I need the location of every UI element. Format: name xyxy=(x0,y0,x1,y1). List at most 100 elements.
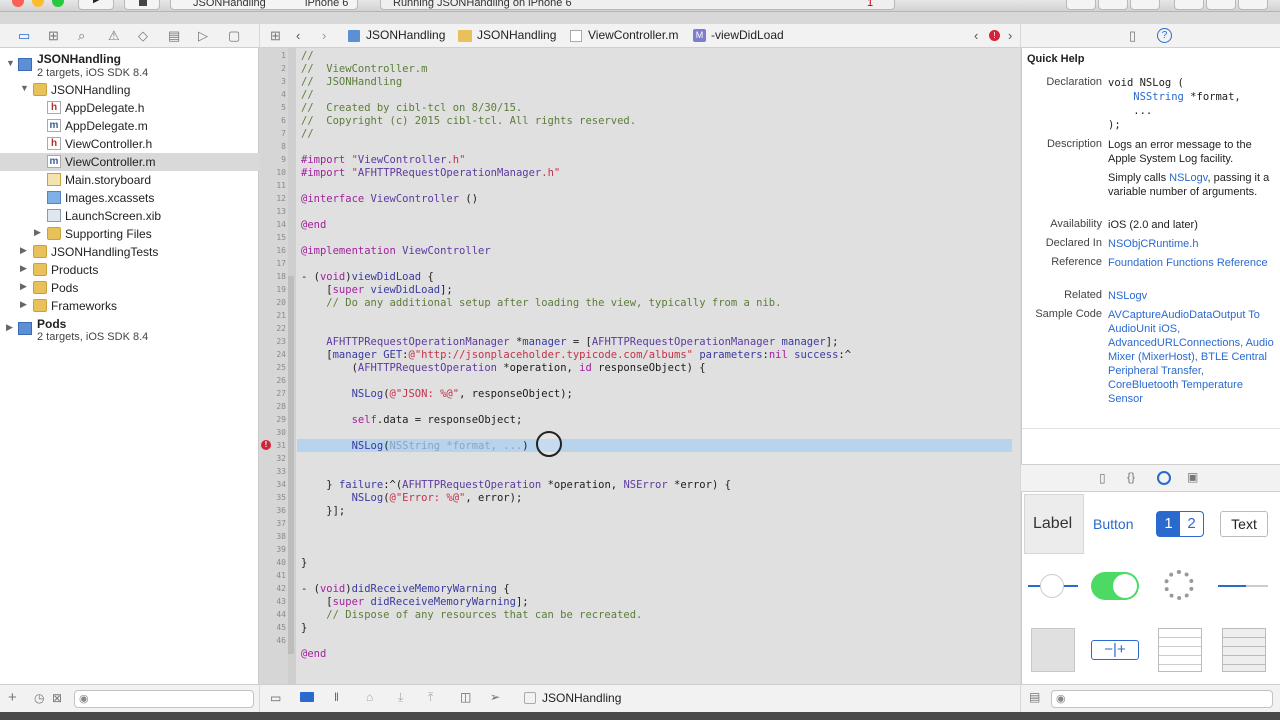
breadcrumb-method[interactable]: -viewDidLoad xyxy=(711,28,784,42)
code-line[interactable]: [super didReceiveMemoryWarning]; xyxy=(301,596,528,608)
library-item-label[interactable]: Label xyxy=(1024,494,1084,554)
code-line[interactable]: // xyxy=(301,89,314,101)
disclosure-closed-icon[interactable]: ▶ xyxy=(34,227,41,238)
library-filter-input[interactable]: ◉ xyxy=(1051,690,1273,708)
version-editor-button[interactable] xyxy=(1130,0,1160,10)
code-line[interactable]: } xyxy=(301,622,307,634)
toggle-navigator-button[interactable] xyxy=(1174,0,1204,10)
quick-help-icon[interactable]: ? xyxy=(1157,28,1172,43)
group-frameworks[interactable]: ▶ Frameworks xyxy=(0,297,259,315)
stop-button[interactable] xyxy=(124,0,160,10)
find-navigator-icon[interactable]: ⌕ xyxy=(78,28,85,44)
next-issue-button[interactable]: › xyxy=(1008,28,1012,43)
object-library-icon[interactable] xyxy=(1157,471,1171,485)
declaration-type-link[interactable]: NSString xyxy=(1108,91,1184,103)
hide-debug-area-icon[interactable]: ▭ xyxy=(270,691,281,705)
breakpoint-navigator-icon[interactable]: ▷ xyxy=(198,28,208,44)
step-over-icon[interactable]: ⌂ xyxy=(366,690,373,704)
disclosure-open-icon[interactable]: ▼ xyxy=(6,58,15,68)
toggle-debug-button[interactable] xyxy=(1206,0,1236,10)
toggle-utilities-button[interactable] xyxy=(1238,0,1268,10)
code-line[interactable]: - (void)viewDidLoad { xyxy=(301,271,434,283)
back-button[interactable]: ‹ xyxy=(296,28,300,43)
navigator-filter-input[interactable]: ◉ xyxy=(74,690,254,708)
code-line[interactable]: // xyxy=(301,50,314,62)
group-supporting-files[interactable]: ▶ Supporting Files xyxy=(0,225,259,243)
pause-icon[interactable]: ‖ xyxy=(334,690,339,704)
issue-count-badge[interactable]: 1 xyxy=(867,0,873,9)
code-folding-block[interactable] xyxy=(288,276,294,654)
simulate-location-icon[interactable]: ➢ xyxy=(490,690,500,704)
report-navigator-icon[interactable]: ▢ xyxy=(228,28,240,44)
code-line[interactable]: } xyxy=(301,557,307,569)
group-jsonhandling[interactable]: ▼ JSONHandling xyxy=(0,81,259,99)
library-item-segmented-control[interactable]: 1 2 xyxy=(1150,494,1210,554)
library-item-slider[interactable] xyxy=(1024,556,1084,616)
file-viewcontroller-m[interactable]: m ViewController.m xyxy=(0,153,259,171)
nslogv-link[interactable]: NSLogv xyxy=(1169,172,1207,184)
pods-project[interactable]: ▶ Pods 2 targets, iOS SDK 8.4 xyxy=(0,316,259,350)
library-item-switch[interactable] xyxy=(1087,556,1147,616)
disclosure-open-icon[interactable]: ▼ xyxy=(20,83,29,93)
declared-in-link[interactable]: NSObjCRuntime.h xyxy=(1108,237,1276,251)
project-navigator-icon[interactable]: ▭ xyxy=(18,28,30,44)
recent-files-icon[interactable]: ◷ xyxy=(34,691,44,705)
error-marker-icon[interactable]: ! xyxy=(261,440,271,450)
related-items-icon[interactable]: ⊞ xyxy=(270,28,281,44)
group-jsonhandlingtests[interactable]: ▶ JSONHandlingTests xyxy=(0,243,259,261)
code-line[interactable]: #import "ViewController.h" xyxy=(301,154,465,166)
library-item-button[interactable]: Button xyxy=(1087,494,1147,554)
code-line[interactable]: NSLog(@"Error: %@", error); xyxy=(301,492,523,504)
code-line[interactable]: // Copyright (c) 2015 cibl-tcl. All righ… xyxy=(301,115,636,127)
file-main-storyboard[interactable]: Main.storyboard xyxy=(0,171,259,189)
code-line[interactable]: // Created by cibl-tcl on 8/30/15. xyxy=(301,102,522,114)
previous-issue-button[interactable]: ‹ xyxy=(974,28,978,43)
code-line[interactable]: NSLog(NSString *format, ...) xyxy=(301,440,529,452)
disclosure-closed-icon[interactable]: ▶ xyxy=(20,281,27,292)
file-appdelegate-m[interactable]: m AppDelegate.m xyxy=(0,117,259,135)
view-hierarchy-icon[interactable]: ◫ xyxy=(460,690,471,704)
media-library-icon[interactable]: ▣ xyxy=(1187,470,1198,484)
library-item-text-field[interactable]: Text xyxy=(1214,494,1274,554)
issue-navigator-icon[interactable]: ⚠ xyxy=(108,28,120,44)
project-root[interactable]: ▼ JSONHandling 2 targets, iOS SDK 8.4 xyxy=(0,50,259,84)
library-item-table-view[interactable] xyxy=(1150,620,1210,680)
symbol-navigator-icon[interactable]: ⊞ xyxy=(48,28,59,44)
code-line[interactable]: self.data = responseObject; xyxy=(301,414,523,426)
code-line[interactable]: // ViewController.m xyxy=(301,63,427,75)
disclosure-closed-icon[interactable]: ▶ xyxy=(20,263,27,274)
code-line[interactable]: (AFHTTPRequestOperation *operation, id r… xyxy=(301,362,706,374)
file-images-xcassets[interactable]: Images.xcassets xyxy=(0,189,259,207)
test-navigator-icon[interactable]: ◇ xyxy=(138,28,148,44)
assistant-editor-button[interactable] xyxy=(1098,0,1128,10)
step-into-icon[interactable]: ⤓ xyxy=(398,690,403,705)
code-snippet-library-icon[interactable]: {} xyxy=(1127,470,1135,484)
library-item-page-control[interactable] xyxy=(1024,620,1084,680)
code-line[interactable]: // JSONHandling xyxy=(301,76,402,88)
library-item-stepper[interactable]: −|+ xyxy=(1087,620,1147,680)
disclosure-closed-icon[interactable]: ▶ xyxy=(20,245,27,256)
zoom-window-button[interactable] xyxy=(52,0,64,7)
code-line[interactable]: #import "AFHTTPRequestOperationManager.h… xyxy=(301,167,560,179)
sample-code-links[interactable]: AVCaptureAudioDataOutput To AudioUnit iO… xyxy=(1108,308,1276,406)
forward-button[interactable]: › xyxy=(322,28,326,43)
code-line[interactable]: }]; xyxy=(301,505,345,517)
argument-placeholder[interactable]: NSString *format, ... xyxy=(390,440,523,452)
source-editor[interactable]: 1 // 2 // ViewController.m 3 // JSONHandling 4… xyxy=(260,48,1020,684)
minimize-window-button[interactable] xyxy=(32,0,44,7)
library-item-activity-indicator[interactable] xyxy=(1150,556,1210,616)
group-products[interactable]: ▶ Products xyxy=(0,261,259,279)
code-line[interactable]: // Do any additional setup after loading… xyxy=(301,297,781,309)
disclosure-closed-icon[interactable]: ▶ xyxy=(6,322,13,333)
code-line[interactable]: [super viewDidLoad]; xyxy=(301,284,452,296)
code-line[interactable]: } failure:^(AFHTTPRequestOperation *oper… xyxy=(301,479,731,491)
grid-view-icon[interactable]: ▤ xyxy=(1029,690,1040,704)
code-line[interactable]: // xyxy=(301,128,314,140)
file-viewcontroller-h[interactable]: h ViewController.h xyxy=(0,135,259,153)
library-item-progress-view[interactable] xyxy=(1214,556,1274,616)
breadcrumb-file[interactable]: ViewController.m xyxy=(588,28,678,42)
file-inspector-icon[interactable]: ▯ xyxy=(1129,28,1136,44)
library-item-table-cell[interactable] xyxy=(1214,620,1274,680)
code-line[interactable]: AFHTTPRequestOperationManager *manager =… xyxy=(301,336,838,348)
breadcrumb-project[interactable]: JSONHandling xyxy=(366,28,445,42)
